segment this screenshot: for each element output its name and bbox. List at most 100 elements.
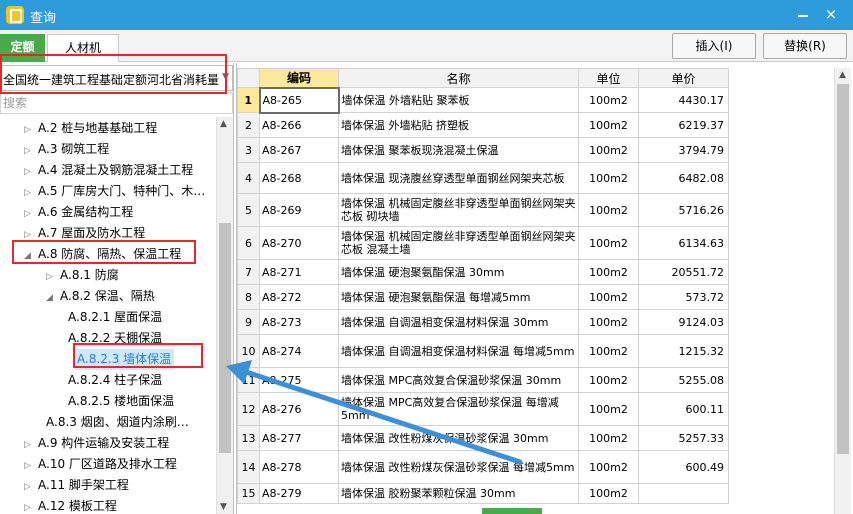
row-number-cell: 3 <box>237 137 260 163</box>
table-row[interactable]: 3 A8-267 墙体保温 聚苯板现浇混凝土保温 100m2 3794.79 <box>237 137 729 163</box>
table-row[interactable]: 11 A8-275 墙体保温 MPC高效复合保温砂浆保温 30mm 100m2 5255… <box>237 367 729 393</box>
tree-item[interactable]: A.8.2.4 柱子保温 <box>68 370 162 391</box>
scroll-up-icon[interactable]: ▲ <box>220 119 227 129</box>
price-cell: 600.49 <box>638 450 729 484</box>
code-cell: A8-274 <box>259 334 339 368</box>
tree-item[interactable]: A.8.2.1 屋面保温 <box>68 307 162 328</box>
tree-item[interactable]: ▷ A.6 金属结构工程 <box>24 202 133 223</box>
price-cell: 9124.03 <box>638 309 729 335</box>
unit-cell: 100m2 <box>578 259 639 285</box>
unit-cell: 100m2 <box>578 193 639 227</box>
collapsed-icon[interactable]: ▷ <box>24 183 38 204</box>
name-cell: 墙体保温 自调温相变保温材料保温 30mm <box>338 309 579 335</box>
unit-cell: 100m2 <box>578 392 639 426</box>
table-row[interactable]: 7 A8-271 墙体保温 硬泡聚氨酯保温 30mm 100m2 20551.72 <box>237 259 729 285</box>
table-row[interactable]: 2 A8-266 墙体保温 外墙粘贴 挤塑板 100m2 6219.37 <box>237 112 729 138</box>
code-cell: A8-266 <box>259 112 339 138</box>
tree-item-label: A.4 混凝土及钢筋混凝土工程 <box>38 163 194 177</box>
table-scrollbar-thumb[interactable] <box>837 84 849 454</box>
tree-item[interactable]: A.8.3 烟囱、烟道内涂刷… <box>46 412 189 433</box>
row-number-cell: 6 <box>237 226 260 260</box>
replace-button[interactable]: 替换(R) <box>763 33 847 59</box>
tree-scrollbar[interactable]: ▲ ▼ <box>216 117 233 514</box>
table-row[interactable]: 1 A8-265 墙体保温 外墙粘贴 聚苯板 100m2 4430.17 <box>237 86 729 114</box>
tree-item[interactable]: ▷ A.5 厂库房大门、特种门、木… <box>24 181 205 202</box>
collapsed-icon[interactable]: ▷ <box>24 456 38 477</box>
tree-item[interactable]: ▷ A.10 厂区道路及排水工程 <box>24 454 177 475</box>
tree-scrollbar-thumb[interactable] <box>219 223 231 453</box>
price-cell: 6219.37 <box>638 112 729 138</box>
window-title: 查询 <box>30 11 57 26</box>
name-cell: 墙体保温 自调温相变保温材料保温 每增减5mm <box>338 334 579 368</box>
collapsed-icon[interactable]: ▷ <box>24 498 38 514</box>
table-row[interactable]: 9 A8-273 墙体保温 自调温相变保温材料保温 30mm 100m2 9124.03 <box>237 309 729 335</box>
chapter-tree: ▷ A.2 桩与地基基础工程 ▷ A.3 砌筑工程 ▷ A.4 混凝土及钢筋混凝土工程 ▷ A… <box>0 117 215 514</box>
collapsed-icon[interactable]: ▷ <box>24 435 38 456</box>
code-cell: A8-268 <box>259 162 339 194</box>
tree-item-label: A.10 厂区道路及排水工程 <box>38 457 177 471</box>
table-row[interactable]: 5 A8-269 墙体保温 机械固定腹丝非穿透型单面钢丝网架夹芯板 砌块墙 100m2… <box>237 193 729 227</box>
annotation-box-selected-node <box>73 343 203 368</box>
collapsed-icon[interactable]: ▷ <box>24 120 38 141</box>
code-cell: A8-275 <box>259 367 339 393</box>
tree-item-label: A.8.3 烟囱、烟道内涂刷… <box>46 415 189 429</box>
table-row[interactable]: 4 A8-268 墙体保温 现浇腹丝穿透型单面钢丝网架夹芯板 100m2 6482.08 <box>237 162 729 194</box>
code-cell: A8-269 <box>259 193 339 227</box>
row-number-cell: 7 <box>237 259 260 285</box>
tree-item[interactable]: ▷ A.2 桩与地基基础工程 <box>24 118 157 139</box>
minimize-button[interactable] <box>792 4 814 24</box>
price-cell: 600.11 <box>638 392 729 426</box>
tree-item[interactable]: ▷ A.3 砌筑工程 <box>24 139 109 160</box>
row-number-cell: 12 <box>237 392 260 426</box>
collapsed-icon[interactable]: ▷ <box>24 141 38 162</box>
search-box[interactable] <box>0 92 233 114</box>
table-row[interactable]: 13 A8-277 墙体保温 改性粉煤灰保温砂浆保温 30mm 100m2 5257.3… <box>237 425 729 451</box>
expanded-icon[interactable]: ◢ <box>46 288 60 309</box>
tree-item[interactable]: ▷ A.4 混凝土及钢筋混凝土工程 <box>24 160 193 181</box>
unit-cell: 100m2 <box>578 284 639 310</box>
tree-item[interactable]: ▷ A.8.1 防腐 <box>46 265 119 286</box>
price-cell: 4430.17 <box>638 87 729 113</box>
unit-cell: 100m2 <box>578 367 639 393</box>
name-column-header[interactable]: 名称 <box>338 68 579 88</box>
tree-item[interactable]: ▷ A.9 构件运输及安装工程 <box>24 433 169 454</box>
search-input[interactable] <box>1 93 231 113</box>
table-row[interactable]: 15 A8-279 墙体保温 胶粉聚苯颗粒保温 30mm 100m2 <box>237 483 729 504</box>
price-cell: 1215.32 <box>638 334 729 368</box>
collapsed-icon[interactable]: ▷ <box>46 267 60 288</box>
scroll-down-icon[interactable]: ▼ <box>220 502 227 512</box>
tree-item[interactable]: A.8.2.5 楼地面保温 <box>68 391 174 412</box>
code-column-header[interactable]: 编码 <box>259 68 339 88</box>
table-row[interactable]: 12 A8-276 墙体保温 MPC高效复合保温砂浆保温 每增减5mm 100m2 60… <box>237 392 729 426</box>
tree-item[interactable]: ▷ A.11 脚手架工程 <box>24 475 129 496</box>
unit-cell: 100m2 <box>578 334 639 368</box>
code-cell: A8-265 <box>258 86 340 114</box>
tree-item-label: A.12 模板工程 <box>38 499 117 513</box>
unit-cell: 100m2 <box>578 137 639 163</box>
tree-item[interactable]: ▷ A.12 模板工程 <box>24 496 117 514</box>
collapsed-icon[interactable]: ▷ <box>24 204 38 225</box>
resize-handle[interactable] <box>482 508 542 514</box>
code-cell: A8-278 <box>259 450 339 484</box>
unit-cell: 100m2 <box>578 483 639 504</box>
collapsed-icon[interactable]: ▷ <box>24 162 38 183</box>
name-cell: 墙体保温 改性粉煤灰保温砂浆保温 30mm <box>338 425 579 451</box>
close-button[interactable]: × <box>820 4 842 24</box>
table-row[interactable]: 10 A8-274 墙体保温 自调温相变保温材料保温 每增减5mm 100m2 1215… <box>237 334 729 368</box>
table-scrollbar[interactable]: ▲ <box>834 68 851 514</box>
code-cell: A8-267 <box>259 137 339 163</box>
scroll-up-icon[interactable]: ▲ <box>839 70 846 80</box>
price-column-header[interactable]: 单价 <box>638 68 729 88</box>
unit-column-header[interactable]: 单位 <box>578 68 639 88</box>
row-number-cell: 5 <box>237 193 260 227</box>
name-cell: 墙体保温 MPC高效复合保温砂浆保温 30mm <box>338 367 579 393</box>
insert-button[interactable]: 插入(I) <box>672 33 756 59</box>
table-row[interactable]: 6 A8-270 墙体保温 机械固定腹丝非穿透型单面钢丝网架夹芯板 混凝土墙 100m… <box>237 226 729 260</box>
name-cell: 墙体保温 机械固定腹丝非穿透型单面钢丝网架夹芯板 砌块墙 <box>338 193 579 227</box>
unit-cell: 100m2 <box>578 450 639 484</box>
table-row[interactable]: 14 A8-278 墙体保温 改性粉煤灰保温砂浆保温 每增减5mm 100m2 600.… <box>237 450 729 484</box>
table-row[interactable]: 8 A8-272 墙体保温 硬泡聚氨酯保温 每增减5mm 100m2 573.72 <box>237 284 729 310</box>
price-cell: 5255.08 <box>638 367 729 393</box>
collapsed-icon[interactable]: ▷ <box>24 477 38 498</box>
tree-item[interactable]: ◢ A.8.2 保温、隔热 <box>46 286 155 307</box>
